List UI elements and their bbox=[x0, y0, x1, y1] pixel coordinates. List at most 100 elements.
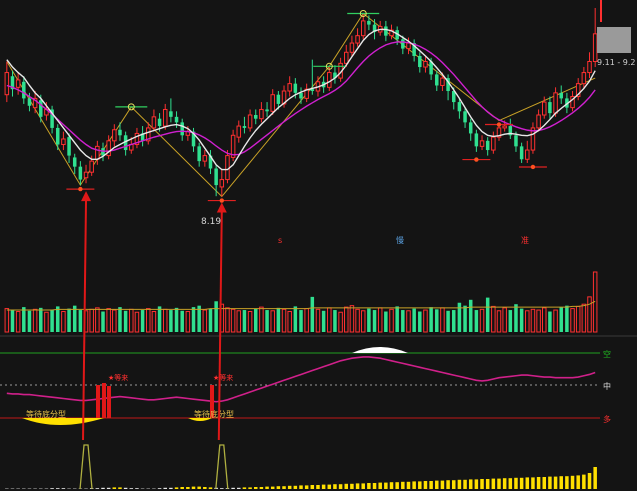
candle-body-up bbox=[542, 101, 547, 116]
volume-bar-down bbox=[55, 306, 60, 332]
candle-body-down bbox=[118, 129, 122, 136]
bottom-bar bbox=[186, 487, 190, 489]
candle-body-up bbox=[327, 72, 332, 88]
volume-bar-down bbox=[514, 304, 518, 332]
bottom-bar bbox=[491, 478, 496, 489]
volume-bar-up bbox=[389, 308, 394, 333]
volume-bar-up bbox=[4, 308, 10, 333]
bottom-bar bbox=[208, 487, 213, 489]
bottom-bar bbox=[220, 488, 224, 489]
candle-body-down bbox=[72, 157, 77, 167]
volume-bar-down bbox=[191, 307, 196, 332]
volume-bar-up bbox=[185, 311, 191, 333]
candle-body-down bbox=[157, 118, 162, 127]
candle-body-down bbox=[384, 26, 388, 36]
volume-bar-down bbox=[208, 308, 213, 332]
candle-body-up bbox=[355, 35, 360, 44]
bottom-bar bbox=[112, 487, 117, 489]
bottom-bar bbox=[135, 488, 139, 489]
bottom-bar bbox=[508, 478, 513, 489]
candle-body-up bbox=[4, 72, 10, 96]
candle-body-up bbox=[270, 94, 275, 112]
volume-bar-down bbox=[418, 311, 422, 332]
volume-bar-up bbox=[259, 306, 264, 333]
bottom-bar bbox=[372, 483, 377, 489]
volume-bar-down bbox=[559, 307, 563, 332]
bottom-bar bbox=[242, 487, 247, 489]
volume-bar-down bbox=[457, 302, 462, 332]
chart-background bbox=[0, 0, 637, 491]
candle-body-down bbox=[55, 127, 60, 145]
bottom-bar bbox=[304, 485, 309, 489]
candle-body-down bbox=[214, 168, 218, 186]
candle-body-down bbox=[242, 126, 247, 128]
bottom-bar bbox=[344, 483, 349, 489]
volume-bar-down bbox=[78, 310, 83, 332]
signal-bar bbox=[96, 385, 100, 418]
candle-body-down bbox=[27, 98, 32, 106]
bottom-bar bbox=[310, 485, 315, 489]
candle-body-up bbox=[89, 160, 94, 173]
bottom-bar bbox=[389, 482, 394, 489]
bottom-bar bbox=[203, 487, 207, 489]
candle-body-up bbox=[491, 136, 496, 151]
signal-bar bbox=[107, 386, 111, 418]
candle-body-down bbox=[463, 111, 467, 123]
volume-bar-down bbox=[242, 310, 247, 332]
candle-body-down bbox=[367, 20, 371, 25]
bottom-bar bbox=[502, 478, 507, 489]
bottom-bar bbox=[321, 484, 326, 489]
candle-body-up bbox=[287, 83, 292, 92]
bottom-bar bbox=[576, 475, 580, 489]
volume-bar-up bbox=[536, 309, 541, 333]
volume-bar-down bbox=[548, 311, 552, 332]
candle-body-down bbox=[519, 146, 524, 160]
candle-body-up bbox=[344, 51, 349, 64]
volume-bar-up bbox=[236, 310, 242, 333]
bottom-bar bbox=[435, 480, 439, 489]
volume-bar-down bbox=[27, 310, 32, 332]
candle-body-down bbox=[197, 146, 201, 162]
volume-bar-down bbox=[50, 310, 54, 332]
bottom-bar bbox=[378, 482, 382, 489]
bottom-bar bbox=[163, 487, 167, 489]
volume-bar-down bbox=[293, 306, 298, 332]
bottom-marker-dot bbox=[78, 186, 83, 192]
volume-bar-up bbox=[151, 311, 157, 333]
star-label-1: ★等来 bbox=[108, 373, 128, 382]
volume-bar-up bbox=[349, 305, 355, 333]
candle-body-down bbox=[265, 109, 269, 112]
volume-bar-up bbox=[89, 308, 94, 333]
volume-bar-up bbox=[281, 308, 287, 333]
candle-body-down bbox=[169, 111, 173, 117]
candle-body-down bbox=[299, 92, 303, 99]
candle-body-down bbox=[468, 122, 473, 134]
volume-bar-down bbox=[468, 299, 473, 332]
candle-body-down bbox=[485, 140, 490, 151]
candle-body-down bbox=[559, 92, 563, 99]
bottom-bar bbox=[95, 488, 100, 489]
osc-rule-label-top: 空 bbox=[603, 349, 611, 359]
bottom-bar bbox=[265, 486, 269, 489]
volume-bar-down bbox=[276, 307, 281, 332]
candle-body-down bbox=[514, 135, 518, 147]
volume-bar-up bbox=[581, 303, 587, 333]
candle-body-down bbox=[435, 74, 439, 86]
volume-bar-up bbox=[355, 308, 360, 333]
candle-body-up bbox=[219, 179, 225, 188]
volume-bar-down bbox=[123, 310, 128, 332]
bottom-bar bbox=[429, 481, 433, 489]
bottom-bar bbox=[106, 487, 111, 489]
chart-canvas: 9.11 - 9.2 8.19 s 慢 准 空 中 多 等待底分型 等待底分型 bbox=[0, 0, 637, 491]
candle-body-up bbox=[95, 145, 100, 160]
candle-body-up bbox=[61, 138, 66, 146]
candle-body-down bbox=[78, 166, 83, 180]
volume-bar-down bbox=[333, 310, 337, 332]
bottom-bar bbox=[446, 480, 450, 489]
candle-body-down bbox=[418, 55, 422, 68]
bottom-bar bbox=[350, 483, 354, 489]
volume-bar-up bbox=[304, 308, 309, 333]
volume-bar-down bbox=[299, 310, 303, 332]
candle-body-up bbox=[202, 155, 208, 162]
volume-bar-up bbox=[129, 308, 134, 333]
